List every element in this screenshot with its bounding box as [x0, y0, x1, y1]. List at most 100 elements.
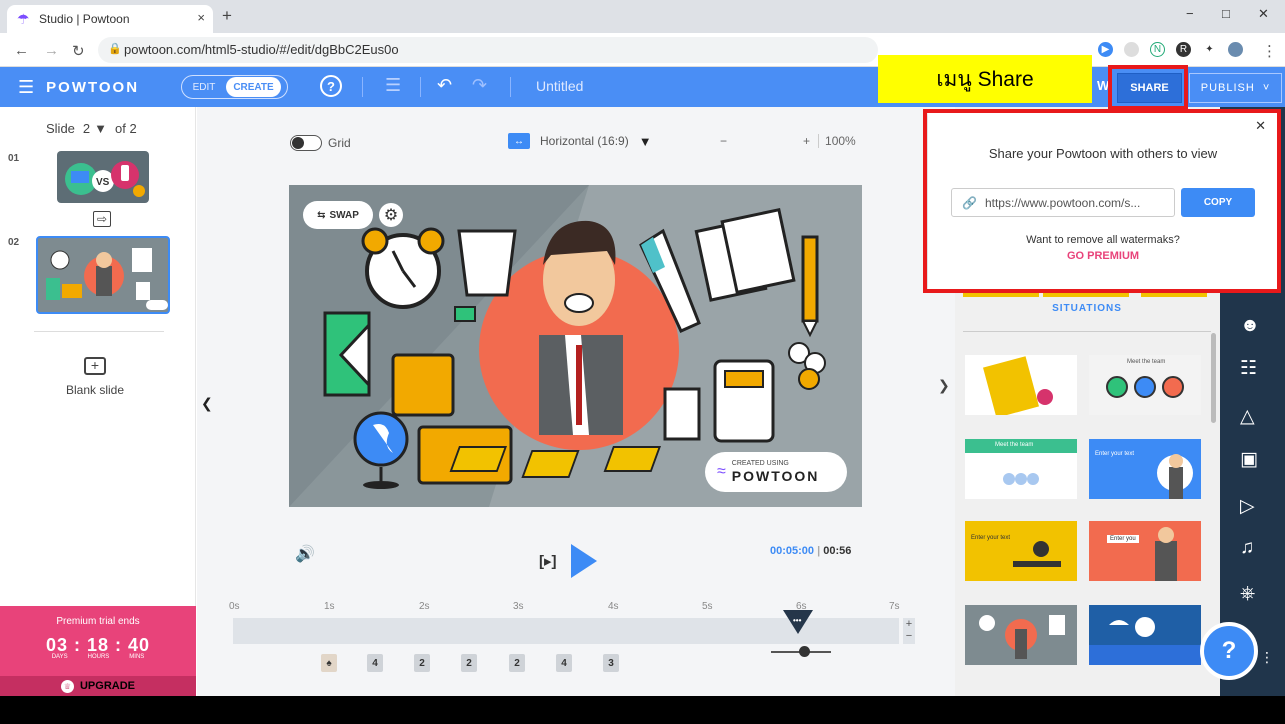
upgrade-button[interactable]: ♕ UPGRADE	[0, 676, 196, 696]
profile-avatar[interactable]	[1228, 42, 1243, 57]
zoom-in-button[interactable]: +	[803, 134, 810, 148]
publish-button[interactable]: PUBLISH ˅	[1189, 73, 1282, 103]
extension-disc-icon[interactable]	[1124, 42, 1139, 57]
library-item-preview	[983, 356, 1053, 415]
time-separator: |	[817, 545, 821, 557]
library-item[interactable]: Meet the team	[965, 439, 1077, 499]
help-chat-button[interactable]: ?	[1200, 622, 1258, 680]
timeline-layer[interactable]: 2	[509, 654, 525, 672]
browser-menu-icon[interactable]: ⋮	[1262, 42, 1277, 60]
maximize-button[interactable]: □	[1222, 6, 1230, 21]
zoom-out-button[interactable]: −	[720, 134, 727, 148]
back-icon[interactable]: ←	[14, 42, 29, 59]
toggle-switch[interactable]	[290, 135, 322, 151]
tab-title: Studio | Powtoon	[39, 12, 130, 26]
library-scrollbar[interactable]	[1211, 333, 1216, 423]
timeline-zoom[interactable]: + −	[903, 618, 915, 644]
collapse-left-panel-icon[interactable]: ❮	[201, 395, 213, 412]
backgrounds-icon[interactable]: ▣	[1240, 448, 1258, 471]
annotation-callout: เมนู Share	[878, 55, 1092, 103]
slide-number-dropdown[interactable]: 2 ▼	[83, 121, 107, 136]
extensions-puzzle-icon[interactable]: ✦	[1202, 42, 1217, 57]
play-button[interactable]	[570, 544, 597, 578]
mode-edit-button[interactable]: EDIT	[182, 82, 226, 93]
library-item-caption: Enter you	[1107, 535, 1139, 543]
text-effects-icon[interactable]: ⎈	[1240, 583, 1255, 605]
extension-n-icon[interactable]: N	[1150, 42, 1165, 57]
slide-2-preview	[46, 248, 168, 310]
powtoon-logo[interactable]: ☰ POWTOON	[18, 77, 139, 98]
library-item[interactable]: Enter your text	[1089, 439, 1201, 499]
panel-divider	[34, 331, 164, 332]
timeline-layer[interactable]: 3	[603, 654, 619, 672]
expand-library-icon[interactable]: ❯	[938, 377, 950, 394]
grid-toggle[interactable]: Grid	[290, 135, 351, 151]
countdown-units: DAYS HOURS MINS	[0, 654, 196, 660]
tick-label: 1s	[324, 601, 335, 612]
mode-create-button[interactable]: CREATE	[226, 77, 281, 97]
library-item-preview	[1155, 527, 1177, 581]
notes-icon[interactable]: ☰	[385, 75, 401, 96]
playhead-handle-icon: •••	[793, 616, 802, 625]
forward-icon[interactable]: →	[44, 42, 59, 59]
tick-label: 4s	[608, 601, 619, 612]
props-icon[interactable]: ☷	[1240, 357, 1257, 380]
tab-close-icon[interactable]: ×	[197, 10, 205, 25]
gear-icon[interactable]: ⚙	[379, 203, 403, 227]
document-title[interactable]: Untitled	[536, 78, 583, 94]
timeline-layer-character-icon[interactable]: ♠	[321, 654, 337, 672]
library-item[interactable]: Enter your text	[965, 521, 1077, 581]
redo-icon[interactable]: ↷	[472, 75, 487, 96]
slide-thumbnail[interactable]: VS	[57, 151, 149, 203]
app-window: ☂ Studio | Powtoon × + − □ ✕ ← → ↻ 🔒 pow…	[0, 0, 1285, 696]
slide-count: of 2	[115, 121, 137, 136]
slide-transition-icon[interactable]: ⇨	[93, 211, 112, 227]
shapes-icon[interactable]: △	[1240, 405, 1255, 428]
hamburger-menu-icon[interactable]: ☰	[18, 77, 36, 98]
characters-icon[interactable]: ☻	[1240, 315, 1260, 337]
share-button-highlight	[1108, 65, 1188, 110]
play-scene-button[interactable]: [▸]	[539, 552, 557, 570]
url-field[interactable]: 🔒 powtoon.com/html5-studio/#/edit/dgBbC2…	[98, 37, 878, 63]
timeline-layer[interactable]: 2	[414, 654, 430, 672]
premium-trial-title: Premium trial ends	[56, 616, 140, 627]
library-item-caption: Meet the team	[1127, 359, 1166, 365]
caret-down-icon: ▼	[94, 121, 108, 136]
library-category: SITUATIONS	[1052, 303, 1122, 314]
reload-icon[interactable]: ↻	[72, 42, 85, 60]
aspect-ratio-icon: ↔	[508, 133, 530, 149]
swap-button[interactable]: ⇆ SWAP	[303, 201, 373, 229]
volume-icon[interactable]: 🔊	[295, 544, 315, 564]
undo-icon[interactable]: ↶	[437, 75, 452, 96]
extension-r-icon[interactable]: R	[1176, 42, 1191, 57]
media-icon[interactable]: ▷	[1240, 495, 1255, 518]
slide-thumbnail-selected[interactable]	[36, 236, 170, 314]
timeline-layer[interactable]: 4	[367, 654, 383, 672]
powtoon-logo-icon: ≈	[717, 463, 726, 480]
aspect-ratio-dropdown[interactable]: ↔ Horizontal (16:9) ▼	[508, 133, 652, 149]
library-item[interactable]	[965, 355, 1077, 415]
library-item[interactable]: Meet the team	[1089, 355, 1201, 415]
help-icon[interactable]: ?	[320, 75, 342, 97]
library-item[interactable]	[1089, 605, 1201, 665]
window-close-button[interactable]: ✕	[1258, 6, 1269, 22]
unit-mins: MINS	[129, 654, 145, 660]
zoom-slider-knob[interactable]	[799, 646, 811, 657]
blank-slide-label: Blank slide	[65, 383, 125, 397]
timeline-layer[interactable]: 2	[461, 654, 477, 672]
swap-icon: ⇆	[317, 209, 326, 221]
editor-stage: Grid ↔ Horizontal (16:9) ▼ − + 100% ⇆ SW…	[197, 107, 955, 696]
new-tab-button[interactable]: +	[222, 6, 232, 26]
blank-slide-button[interactable]: + Blank slide	[55, 357, 135, 397]
library-item-preview	[1003, 473, 1039, 485]
toolbar-more-icon[interactable]: ⋮	[1260, 649, 1274, 666]
zoom-slider[interactable]	[771, 646, 832, 657]
extension-video-icon[interactable]: ▶	[1098, 42, 1113, 57]
library-item[interactable]	[965, 605, 1077, 665]
browser-tab[interactable]: ☂ Studio | Powtoon ×	[7, 5, 213, 33]
timeline-layer[interactable]: 4	[556, 654, 572, 672]
watermark-small: CREATED USING	[731, 460, 789, 467]
library-item[interactable]: Enter you	[1089, 521, 1201, 581]
minimize-button[interactable]: −	[1186, 6, 1194, 21]
music-icon[interactable]: ♫	[1240, 537, 1254, 559]
